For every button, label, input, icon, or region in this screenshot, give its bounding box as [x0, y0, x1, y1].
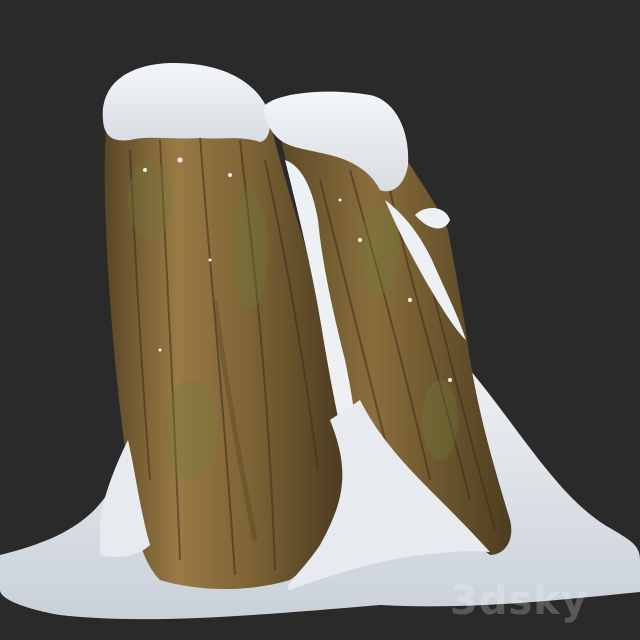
- scene: 3dsky: [0, 0, 640, 640]
- stump-illustration: [0, 0, 640, 640]
